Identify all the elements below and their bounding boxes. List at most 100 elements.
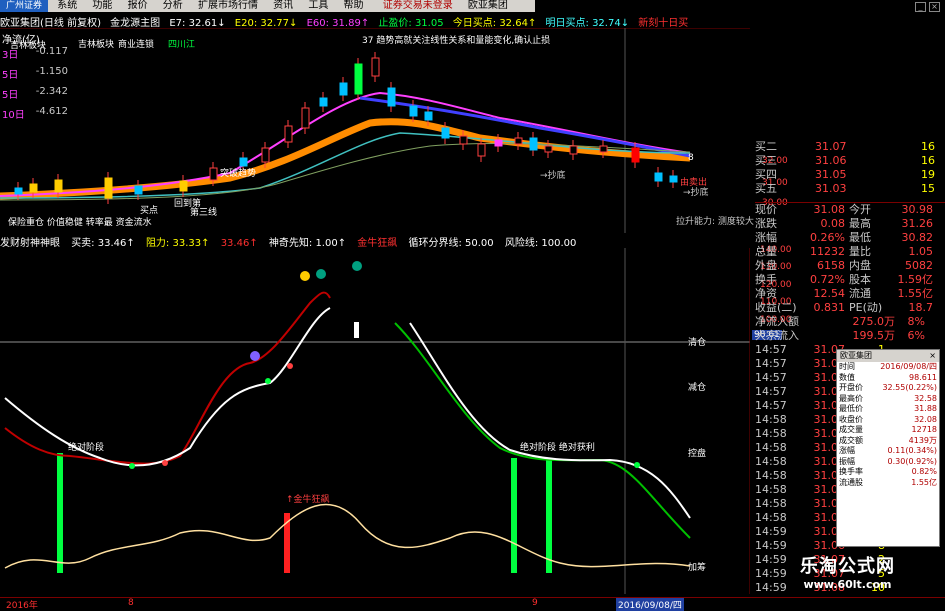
bid-row: 买二 31.07 16	[755, 140, 935, 153]
signal-bar-white	[354, 322, 359, 338]
indicator-cream-line	[4, 503, 691, 569]
chart-title-bar: 欧亚集团(日线 前复权) 金龙源主图 E7: 32.61↓ E20: 32.77…	[0, 14, 688, 29]
flow-list: 净流入额 275.0万 8% 大宗流入 199.5万 6%	[755, 315, 945, 343]
candle-body	[54, 179, 63, 193]
signal-right-label: 绝对阶段 绝对获利	[520, 443, 595, 453]
stat-row: 收益(二) 0.831 PE(动) 18.7	[755, 301, 933, 314]
smile-icon	[316, 269, 326, 279]
net-flow-row: 10日 -4.612	[2, 106, 68, 121]
popup-row: 流通股 1.55亿	[839, 477, 937, 487]
signal-dot	[129, 463, 135, 469]
login-status[interactable]: 证券交易未登录	[377, 0, 459, 12]
candle-body	[239, 157, 248, 167]
trend-note: 37 趋势高就关注线性关系和量能变化,确认止损	[362, 36, 551, 46]
signal-left-label: 绝对阶段	[68, 443, 105, 453]
minimize-icon[interactable]: _	[915, 2, 926, 12]
candle-body	[179, 180, 188, 192]
candle-body	[371, 57, 380, 77]
candle-body	[104, 177, 113, 199]
indicator-chart[interactable]	[0, 248, 750, 594]
candle-body	[29, 183, 38, 193]
candle-body	[569, 145, 578, 155]
time-axis: 2016年 8 9 2016/09/08/四	[0, 597, 945, 611]
menu-help[interactable]: 帮助	[338, 0, 370, 12]
main-kline-chart[interactable]: 8 吉林板块 由卖出 →抄底 →抄底	[0, 28, 750, 233]
menu-info[interactable]: 资讯	[267, 0, 299, 12]
candle-body	[409, 105, 418, 117]
stat-row: 总量 11232 量比 1.05	[755, 245, 933, 258]
menu-extended-market[interactable]: 扩展市场行情	[192, 0, 264, 12]
menu-system[interactable]: 系统	[51, 0, 83, 12]
popup-row: 最高价 32.58	[839, 393, 937, 403]
net-flow-row: 5日 -1.150	[2, 66, 68, 81]
indicator-white-line	[4, 307, 331, 467]
stock-name: 欧亚集团	[467, 0, 508, 11]
close-icon[interactable]: ×	[929, 2, 940, 12]
third-line-label: 第三线	[190, 208, 218, 218]
menu-quote[interactable]: 报价	[122, 0, 154, 12]
signal-dot	[634, 462, 640, 468]
candle-body	[354, 63, 363, 95]
signal-bar-green	[511, 458, 517, 573]
window-controls: _ ×	[535, 0, 945, 12]
zone-add: 加筹	[688, 563, 707, 573]
candle-body	[424, 111, 433, 121]
stat-row: 外盘 6158 内盘 5082	[755, 259, 933, 272]
popup-row: 振幅 0.30(0.92%)	[839, 456, 937, 466]
popup-rows: 时间 2016/09/08/四 数值 98.611 开盘价 32.55(0.22%) 最高价…	[837, 362, 939, 488]
candle-body	[599, 145, 608, 153]
candle-body	[339, 82, 348, 96]
sell-red-label: 由卖出	[680, 176, 707, 188]
axis-month-8: 8	[128, 598, 134, 608]
ma-ribbon-orange	[0, 118, 691, 200]
purple-face-icon	[250, 351, 260, 361]
price-level-marker: 8	[688, 153, 694, 163]
smile-icon	[352, 261, 362, 271]
breakout-label: 突破趋势	[220, 169, 257, 179]
candle-body	[209, 167, 218, 181]
popup-row: 成交额 4139万	[839, 435, 937, 445]
stat-row: 换手 0.72% 股本 1.59亿	[755, 273, 933, 286]
money-bag-icon	[300, 271, 310, 281]
watermark-title: 乐淘公式网	[800, 556, 895, 577]
flow-row: 大宗流入 199.5万 6%	[755, 329, 925, 342]
stat-row: 涨跌 0.08 最高 31.26	[755, 217, 933, 230]
menu-tools[interactable]: 工具	[302, 0, 334, 12]
signal-gold-label: ↑金牛狂飙	[286, 495, 330, 505]
zone-clear: 清仓	[688, 338, 707, 348]
bid-row: 买四 31.05 19	[755, 168, 935, 181]
data-popup[interactable]: 欧亚集团 × 时间 2016/09/08/四 数值 98.611 开盘价 32.55(0.2…	[836, 349, 940, 547]
popup-row: 数值 98.611	[839, 372, 937, 382]
close-icon[interactable]: ×	[929, 350, 936, 362]
indicator-red-line	[4, 291, 331, 465]
net-flow-row: 3日 -0.117	[2, 46, 68, 61]
bid-list: 买二 31.07 16 买三 31.06 16 买四 31.05 19 买五 31.03 15	[755, 140, 945, 196]
ma-e20-line	[0, 91, 691, 197]
watermark-url: www.60lt.com	[803, 578, 892, 591]
candle-body	[654, 172, 663, 182]
watermark: 乐淘公式网 www.60lt.com	[750, 552, 945, 597]
signal-dot	[265, 378, 271, 384]
candle-body	[441, 127, 450, 139]
menu-analysis[interactable]: 分析	[157, 0, 189, 12]
menu-function[interactable]: 功能	[86, 0, 118, 12]
net-flow-row: 5日 -2.342	[2, 86, 68, 101]
popup-title: 欧亚集团 ×	[837, 350, 939, 362]
popup-row: 换手率 0.82%	[839, 467, 937, 476]
candles	[14, 52, 678, 204]
sector-chain-label: 商业连锁	[118, 40, 155, 50]
sector-sichuan-label: 四川江	[168, 40, 196, 50]
signal-bar-green	[546, 458, 552, 573]
lift-ability: 拉升能力: 测度较大	[676, 217, 754, 227]
stats-list: 现价 31.08 今开 30.98 涨跌 0.08 最高 31.26 涨幅 0.26% 最低 30.8…	[755, 202, 945, 315]
bottom-left-note: 保险重仓 价值稳健 转率最 资金流水	[8, 218, 152, 228]
indicator-green-line	[394, 322, 691, 539]
popup-row: 时间 2016/09/08/四	[839, 362, 937, 371]
popup-row: 开盘价 32.55(0.22%)	[839, 383, 937, 392]
popup-row: 涨幅 0.11(0.34%)	[839, 446, 937, 455]
sector-jilin-label: 吉林板块	[78, 40, 115, 50]
signal-dot	[162, 460, 168, 466]
stat-row: 现价 31.08 今开 30.98	[755, 203, 933, 216]
menu-bar: 广州证券 系统 功能 报价 分析 扩展市场行情 资讯 工具 帮助 证券交易未登录…	[0, 0, 535, 12]
axis-year: 2016年	[6, 601, 38, 611]
